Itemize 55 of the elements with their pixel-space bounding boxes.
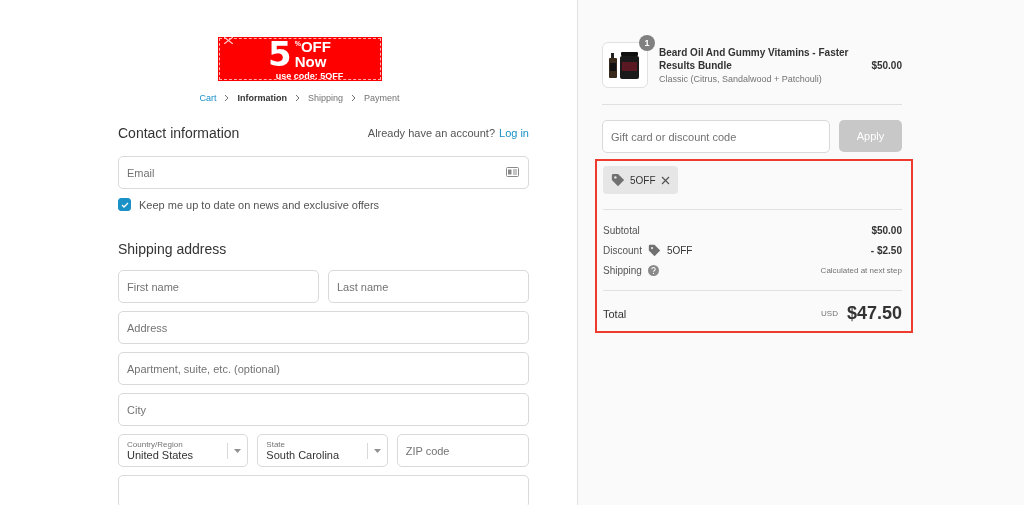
summary-label: Shipping (603, 264, 642, 276)
discount-code: 5OFF (630, 174, 656, 186)
login-link[interactable]: Log in (499, 127, 529, 139)
contact-card-icon (506, 167, 519, 177)
email-field[interactable]: Email (118, 156, 529, 189)
field-label: State (266, 439, 286, 449)
banner-now: Now (294, 54, 327, 69)
caret-icon (373, 448, 381, 453)
breadcrumb-item[interactable]: Cart (199, 93, 217, 103)
quantity-badge: 1 (639, 35, 655, 51)
field-label: Country/Region (127, 439, 184, 449)
section-title: Shipping address (118, 241, 228, 257)
chevron-icon (224, 94, 230, 102)
field-value: South Carolina (266, 448, 341, 462)
caret-icon (234, 448, 242, 453)
select-field[interactable]: Country/Region United States (118, 434, 249, 467)
tag-icon (647, 243, 661, 257)
currency-code: USD (821, 309, 838, 318)
discount-code-field[interactable]: Gift card or discount code (602, 120, 830, 153)
chevron-icon (351, 94, 356, 102)
breadcrumb-item: Information (237, 93, 287, 103)
input-field[interactable] (118, 475, 529, 505)
field-value: United States (127, 448, 195, 462)
input-field[interactable]: Last name (328, 270, 529, 303)
product-variant: Classic (Citrus, Sandalwood + Patchouli) (659, 74, 823, 84)
summary-value: $50.00 (871, 224, 902, 236)
account-prompt: Already have an account? (367, 127, 495, 139)
total-label: Total (603, 307, 627, 320)
input-field[interactable]: City (118, 393, 529, 426)
discount-code: 5OFF (666, 244, 693, 256)
banner-off: OFF (300, 39, 331, 54)
breadcrumb-item: Payment (364, 93, 400, 103)
banner-number: 5 (268, 37, 292, 71)
select-field[interactable]: State South Carolina (257, 434, 388, 467)
input-field[interactable]: Apartment, suite, etc. (optional) (118, 352, 529, 385)
checkbox-label: Keep me up to date on news and exclusive offers (139, 198, 380, 211)
section-title: Contact information (118, 125, 240, 141)
close-icon[interactable] (660, 175, 670, 185)
banner-code: use code: 5OFF (275, 71, 344, 81)
input-field[interactable]: Address (118, 311, 529, 344)
tag-icon (611, 173, 625, 187)
checkmark-icon (120, 201, 129, 208)
summary-value: Calculated at next step (820, 265, 902, 275)
checkbox[interactable] (118, 198, 131, 211)
help-icon[interactable] (647, 264, 659, 276)
input-field[interactable]: First name (118, 270, 319, 303)
summary-label: Subtotal (603, 224, 640, 236)
input-field[interactable]: ZIP code (396, 434, 529, 467)
summary-value: - $2.50 (870, 244, 902, 256)
chevron-icon (294, 94, 300, 102)
product-price: $50.00 (871, 59, 902, 71)
product-name: Beard Oil And Gummy Vitamins - Faster Results Bundle (659, 46, 850, 72)
summary-label: Discount (603, 244, 642, 256)
breadcrumb-item: Shipping (307, 93, 343, 103)
total-amount: $47.50 (846, 303, 902, 324)
